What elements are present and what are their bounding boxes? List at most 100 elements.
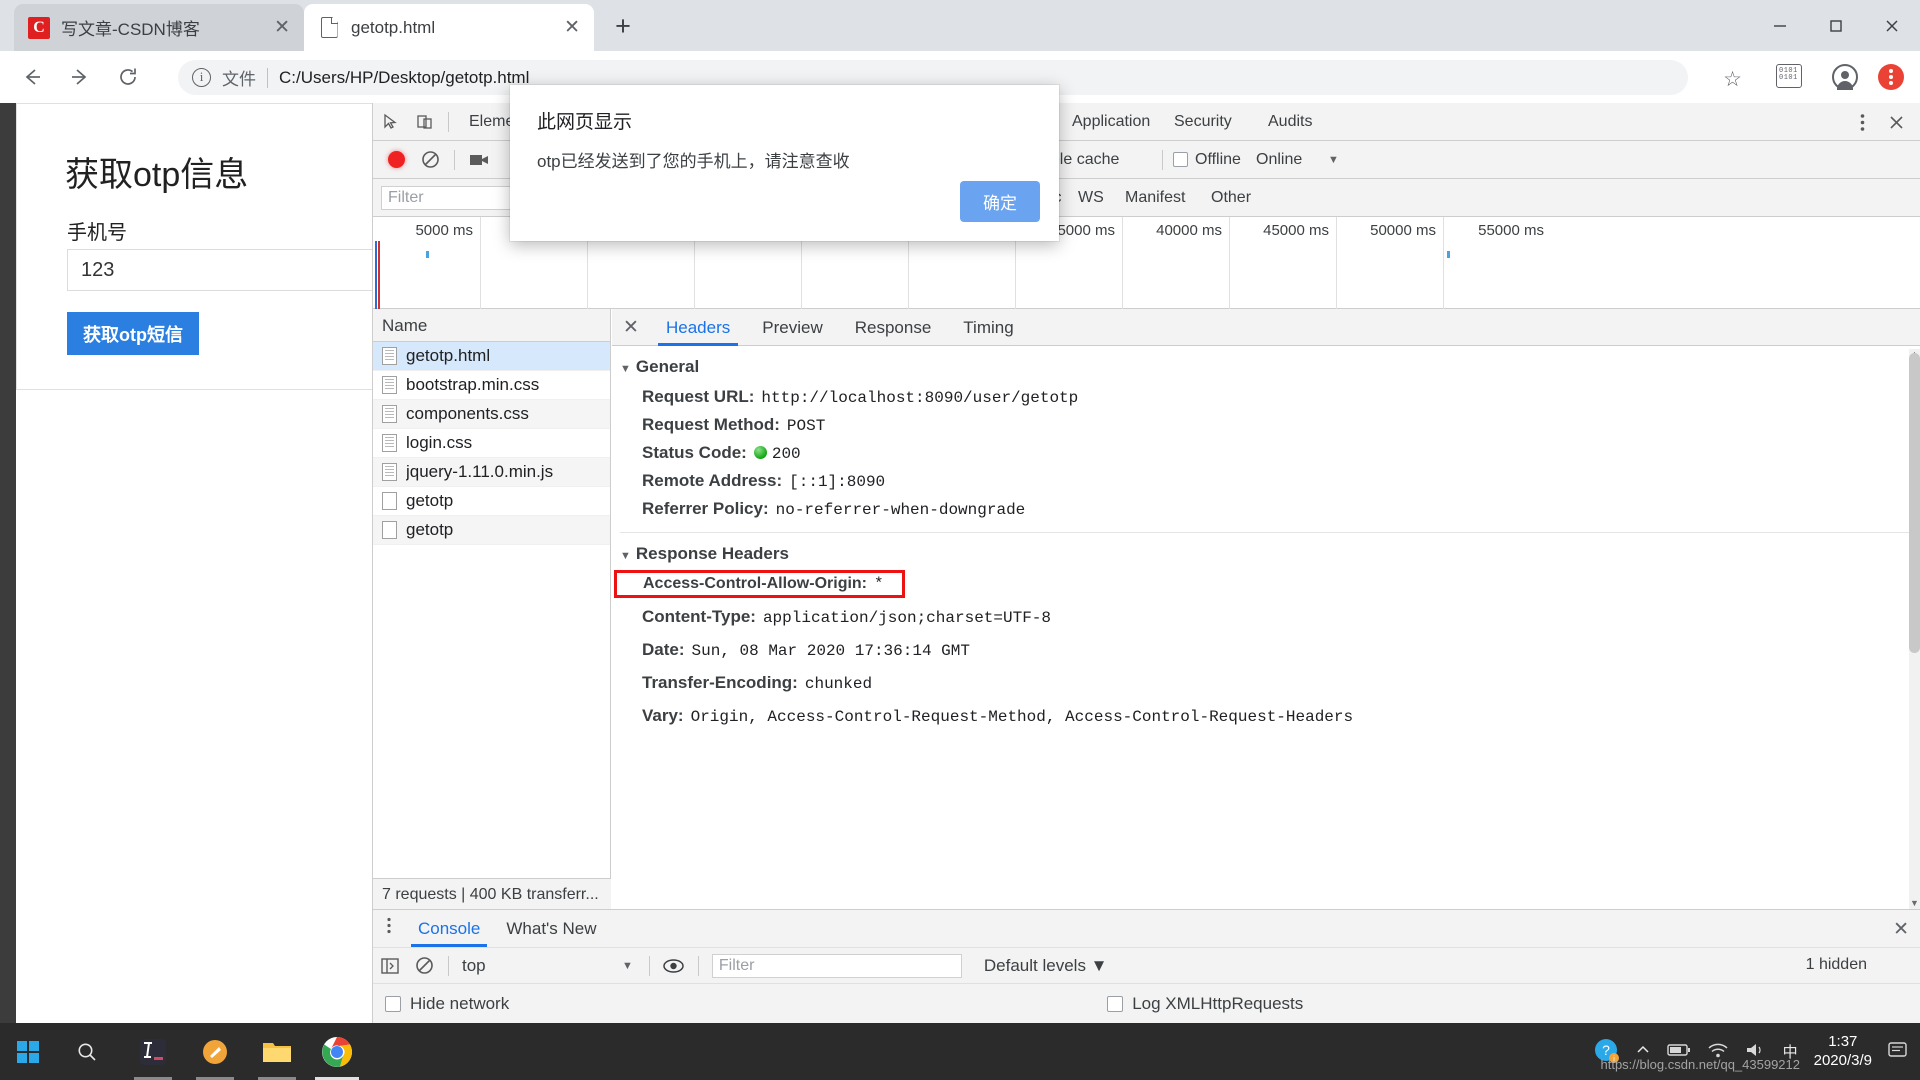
tab-response[interactable]: Response [839, 309, 948, 346]
table-row[interactable]: getotp [373, 487, 610, 516]
inspect-cursor-icon[interactable] [373, 103, 407, 141]
live-expression-eye-icon[interactable] [657, 947, 691, 985]
blank-file-icon [382, 521, 397, 539]
section-general[interactable]: ▼General [612, 346, 1920, 383]
browser-viewport: 获取otp信息 手机号 获取otp短信 Elements Console Sou… [0, 103, 1920, 1023]
profile-avatar-icon[interactable] [1832, 64, 1858, 90]
maximize-icon[interactable] [1808, 0, 1864, 51]
document-file-icon [382, 434, 397, 452]
offline-checkbox[interactable]: Offline [1173, 151, 1241, 169]
console-sidebar-icon[interactable] [373, 947, 407, 985]
request-name: login.css [406, 433, 472, 453]
header-value: POST [787, 417, 825, 435]
log-xhr-checkbox[interactable]: Log XMLHttpRequests [1107, 994, 1303, 1014]
overview-load-marker [375, 241, 377, 309]
header-value: http://localhost:8090/user/getotp [761, 389, 1078, 407]
kebab-menu-icon[interactable] [1845, 103, 1879, 141]
taskbar-clock[interactable]: 1:37 2020/3/9 [1814, 1033, 1872, 1071]
table-row[interactable]: login.css [373, 429, 610, 458]
request-name: getotp.html [406, 346, 490, 366]
google-chrome-icon[interactable] [310, 1023, 364, 1080]
console-filter-input[interactable]: Filter [712, 954, 962, 978]
info-circle-icon[interactable]: i [192, 68, 211, 87]
action-center-icon[interactable] [1888, 1041, 1908, 1063]
type-filter-manifest[interactable]: Manifest [1125, 189, 1185, 207]
header-row: Date: Sun, 08 Mar 2020 17:36:14 GMT [612, 631, 1920, 664]
svg-text:?: ? [1602, 1042, 1610, 1058]
header-key: Status Code: [642, 443, 747, 463]
new-tab-button[interactable]: + [604, 8, 642, 46]
back-arrow-icon[interactable] [8, 51, 56, 103]
camera-icon[interactable] [462, 141, 496, 179]
column-header-name[interactable]: Name [373, 309, 610, 342]
close-icon[interactable] [1879, 103, 1913, 141]
close-icon[interactable] [1864, 0, 1920, 51]
throttling-select[interactable]: Online [1256, 151, 1302, 169]
phone-input[interactable] [67, 249, 385, 291]
close-icon[interactable]: ✕ [564, 18, 580, 37]
page-left-gutter [0, 103, 16, 1023]
browser-tab-getotp[interactable]: getotp.html ✕ [304, 4, 594, 51]
device-toggle-icon[interactable] [407, 103, 441, 141]
close-icon[interactable]: ✕ [612, 316, 650, 339]
extension-icon[interactable]: 01010101 [1776, 64, 1802, 88]
get-otp-button[interactable]: 获取otp短信 [67, 312, 199, 355]
table-row[interactable]: jquery-1.11.0.min.js [373, 458, 610, 487]
header-value: [::1]:8090 [789, 473, 885, 491]
checkbox-box[interactable] [385, 996, 401, 1012]
clear-circle-icon[interactable] [413, 141, 447, 179]
table-row[interactable]: components.css [373, 400, 610, 429]
console-context-selector[interactable]: top [462, 956, 632, 976]
detail-scrollbar-thumb[interactable] [1909, 353, 1920, 653]
devtools-tab-security[interactable]: Security [1161, 103, 1245, 141]
kebab-menu-icon[interactable] [373, 910, 405, 947]
network-request-list: Name getotp.html bootstrap.min.css compo… [373, 309, 611, 909]
tab-whats-new[interactable]: What's New [493, 910, 609, 947]
offline-label: Offline [1195, 151, 1241, 169]
browser-tab-strip: C 写文章-CSDN博客 ✕ getotp.html ✕ + [0, 0, 1920, 51]
clear-circle-icon[interactable] [407, 947, 441, 985]
tab-timing[interactable]: Timing [947, 309, 1029, 346]
section-response-headers[interactable]: ▼Response Headers [612, 533, 1920, 570]
star-icon[interactable]: ☆ [1723, 67, 1742, 92]
table-row[interactable]: bootstrap.min.css [373, 371, 610, 400]
overview-event-bar [426, 251, 429, 258]
console-levels-select[interactable]: Default levels ▼ [984, 956, 1108, 976]
header-row: Referrer Policy: no-referrer-when-downgr… [612, 495, 1920, 523]
dialog-ok-button[interactable]: 确定 [960, 181, 1040, 222]
tab-headers[interactable]: Headers [650, 309, 746, 346]
table-row[interactable]: getotp [373, 516, 610, 545]
intellij-idea-icon[interactable] [126, 1023, 180, 1080]
reload-icon[interactable] [104, 51, 152, 103]
type-filter-ws[interactable]: WS [1078, 189, 1104, 207]
close-icon[interactable]: ✕ [274, 18, 290, 37]
minimize-icon[interactable] [1752, 0, 1808, 51]
chevron-down-icon[interactable]: ▼ [1328, 154, 1339, 166]
windows-start-icon[interactable] [0, 1023, 56, 1080]
table-row[interactable]: getotp.html [373, 342, 610, 371]
document-file-icon [382, 347, 397, 365]
forward-arrow-icon[interactable] [56, 51, 104, 103]
tab-console[interactable]: Console [405, 910, 493, 947]
devtools-tab-application[interactable]: Application [1059, 103, 1163, 141]
hide-network-checkbox[interactable]: Hide network [385, 994, 509, 1014]
header-key: Date: [642, 640, 685, 660]
browser-tab-csdn[interactable]: C 写文章-CSDN博客 ✕ [14, 4, 304, 51]
overview-tick: 50000 ms [1337, 217, 1444, 309]
type-filter-other[interactable]: Other [1211, 189, 1251, 207]
header-row: Request Method: POST [612, 411, 1920, 439]
record-dot-icon[interactable] [379, 141, 413, 179]
file-explorer-icon[interactable] [250, 1023, 304, 1080]
search-icon[interactable] [62, 1023, 112, 1080]
checkbox-box[interactable] [1173, 152, 1188, 167]
tab-preview[interactable]: Preview [746, 309, 838, 346]
chevron-down-icon[interactable]: ▼ [622, 960, 633, 972]
checkbox-box[interactable] [1107, 996, 1123, 1012]
close-icon[interactable]: ✕ [1893, 918, 1909, 941]
scroll-down-arrow-icon[interactable]: ▼ [1909, 898, 1920, 909]
request-name: bootstrap.min.css [406, 375, 539, 395]
chrome-menu-icon[interactable] [1878, 64, 1904, 90]
header-key: Content-Type: [642, 607, 756, 627]
devtools-tab-audits[interactable]: Audits [1255, 103, 1325, 141]
postman-icon[interactable] [188, 1023, 242, 1080]
